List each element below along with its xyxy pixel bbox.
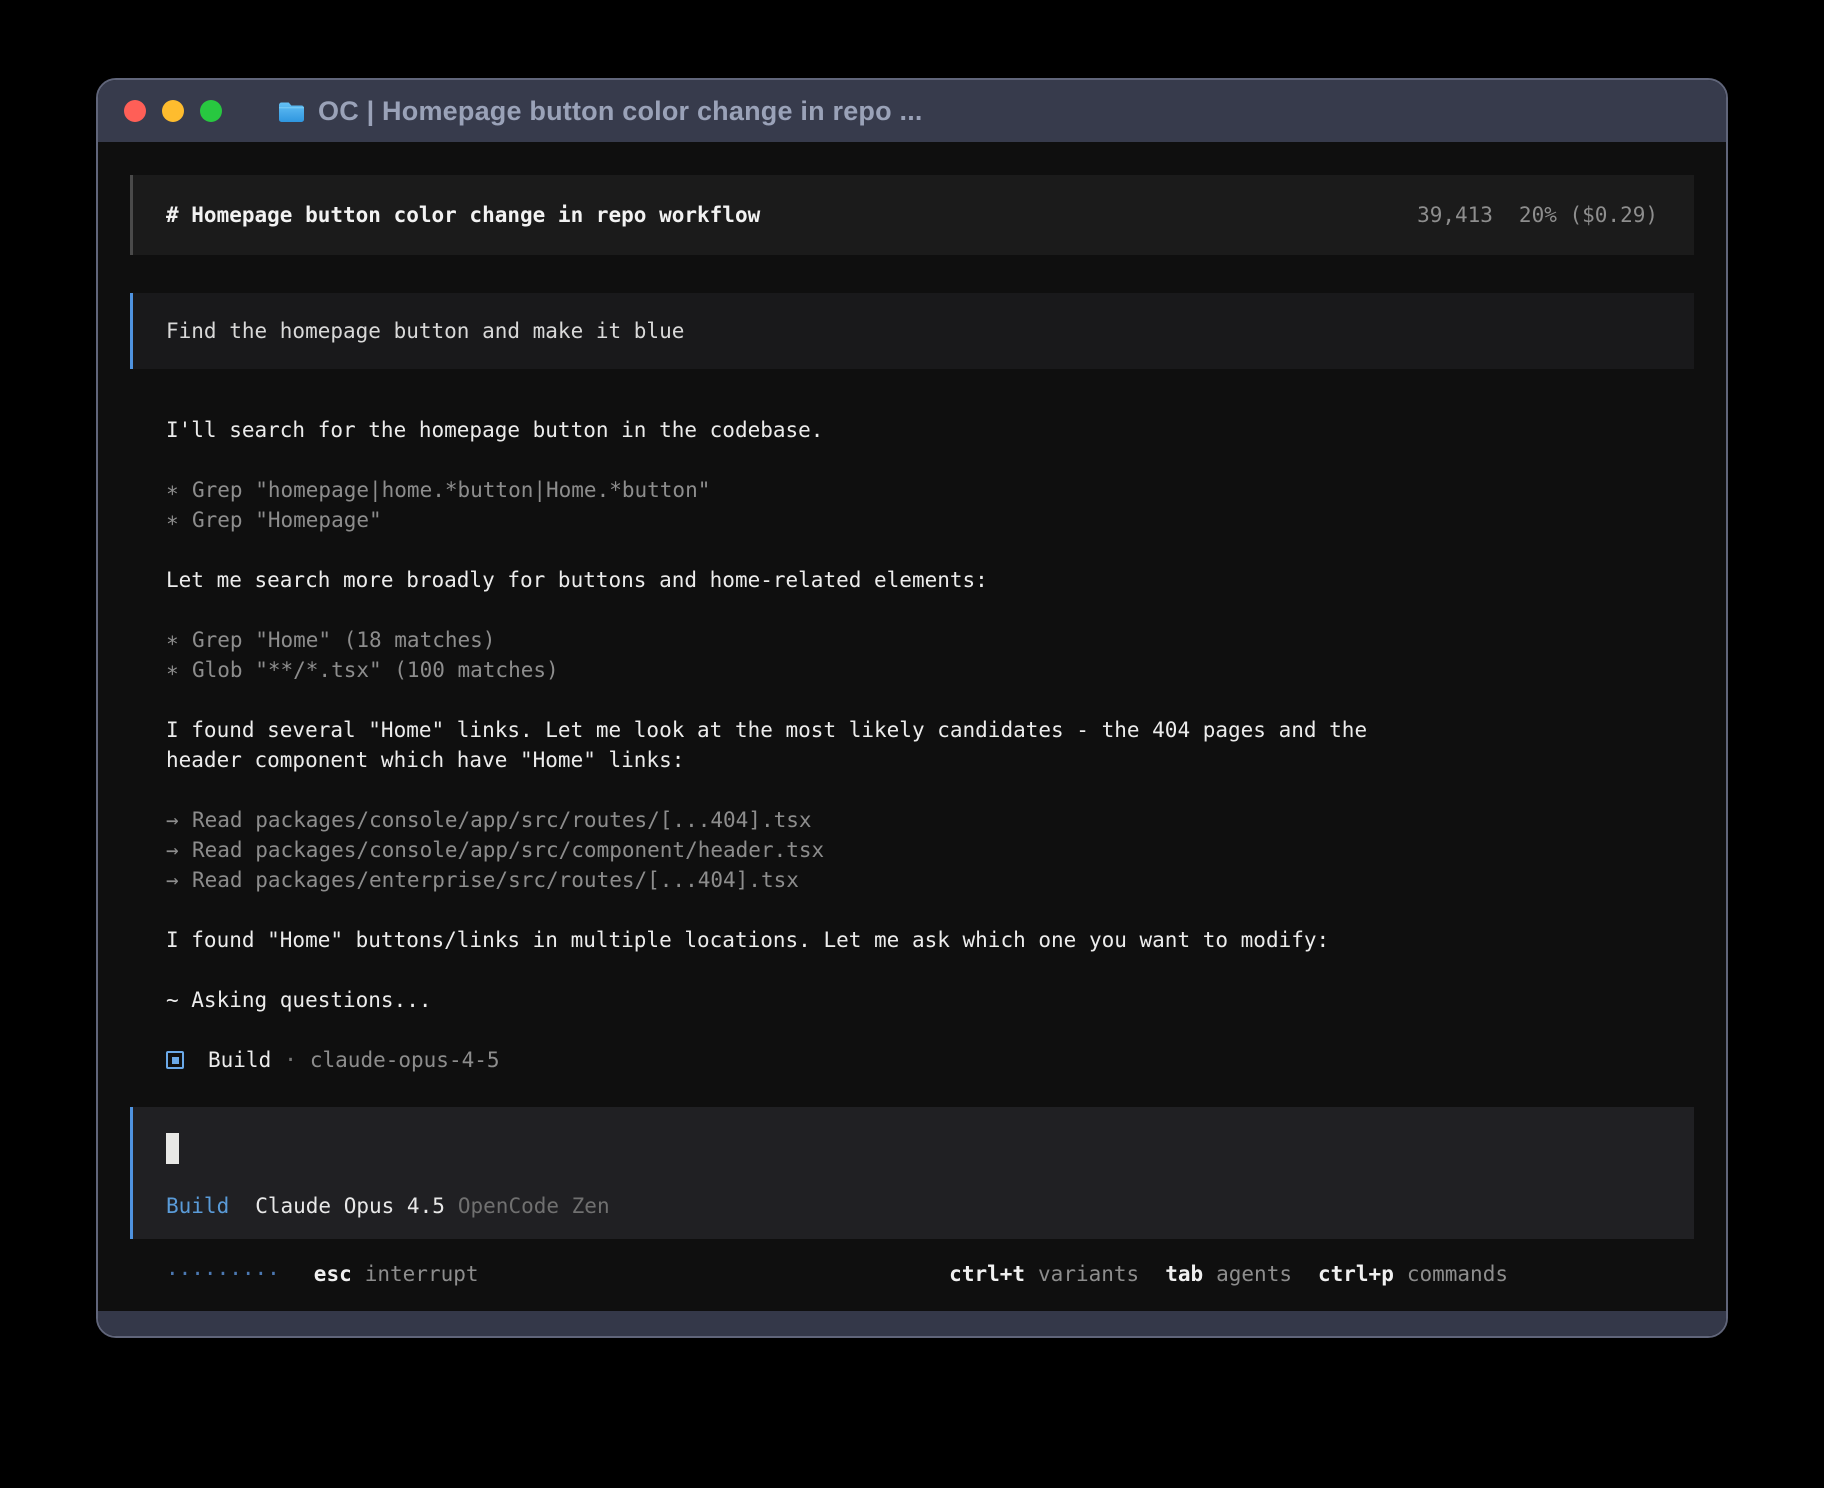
- tool-call-text: Grep "Home" (18 matches): [192, 625, 495, 655]
- keybind-key: ctrl+t: [949, 1259, 1025, 1289]
- assistant-text: I found several "Home" links. Let me loo…: [166, 715, 1416, 775]
- arrow-right-icon: →: [166, 835, 179, 865]
- titlebar: OC | Homepage button color change in rep…: [98, 80, 1726, 142]
- keybind-key: ctrl+p: [1318, 1259, 1394, 1289]
- user-message-text: Find the homepage button and make it blu…: [166, 316, 684, 346]
- provider-label: OpenCode Zen: [458, 1191, 610, 1221]
- tool-call-read: → Read packages/console/app/src/routes/[…: [166, 805, 1694, 835]
- window-bottom-bar: [98, 1311, 1726, 1336]
- context-usage: 20% ($0.29): [1519, 203, 1658, 227]
- keybind-label: variants: [1038, 1259, 1139, 1289]
- token-count: 39,413: [1417, 203, 1493, 227]
- minimize-button[interactable]: [162, 100, 184, 122]
- tool-call-text: Grep "Homepage": [192, 505, 382, 535]
- title-group: OC | Homepage button color change in rep…: [278, 96, 923, 127]
- folder-icon: [278, 100, 305, 123]
- status-left: ········· esc interrupt: [166, 1259, 479, 1289]
- prompt-input[interactable]: Build Claude Opus 4.5 OpenCode Zen: [130, 1107, 1694, 1239]
- agent-model: claude-opus-4-5: [310, 1045, 500, 1075]
- tool-call-text: Read packages/enterprise/src/routes/[...…: [192, 865, 799, 895]
- session-title: # Homepage button color change in repo w…: [166, 200, 760, 230]
- esc-action-label: interrupt: [365, 1259, 479, 1289]
- keybind-hint-commands: ctrl+p commands: [1318, 1259, 1508, 1289]
- keybind-label: commands: [1407, 1259, 1508, 1289]
- assistant-status-text: ~ Asking questions...: [166, 985, 1416, 1015]
- window-title: OC | Homepage button color change in rep…: [318, 96, 923, 127]
- tool-call-group: → Read packages/console/app/src/routes/[…: [166, 805, 1694, 895]
- session-stats: 39,413 20% ($0.29): [1417, 200, 1658, 230]
- user-message: Find the homepage button and make it blu…: [130, 293, 1694, 369]
- status-right: ctrl+t variants tab agents ctrl+p comman…: [949, 1259, 1508, 1289]
- zoom-button[interactable]: [200, 100, 222, 122]
- tool-call-grep: ∗ Grep "Homepage": [166, 505, 1694, 535]
- tool-call-group: ∗ Grep "homepage|home.*button|Home.*butt…: [166, 475, 1694, 535]
- keybind-hint-variants: ctrl+t variants: [949, 1259, 1139, 1289]
- progress-dots-icon: ·········: [166, 1259, 280, 1289]
- assistant-text: Let me search more broadly for buttons a…: [166, 565, 1416, 595]
- tool-call-read: → Read packages/enterprise/src/routes/[.…: [166, 865, 1694, 895]
- desktop: OC | Homepage button color change in rep…: [0, 0, 1824, 1488]
- tool-call-text: Read packages/console/app/src/component/…: [192, 835, 824, 865]
- esc-key-hint: esc: [314, 1259, 352, 1289]
- keybind-label: agents: [1216, 1259, 1292, 1289]
- agent-name: Build: [208, 1045, 271, 1075]
- assistant-text: I'll search for the homepage button in t…: [166, 415, 1416, 445]
- asterisk-icon: ∗: [166, 505, 179, 535]
- tool-call-grep: ∗ Grep "homepage|home.*button|Home.*butt…: [166, 475, 1694, 505]
- tool-call-text: Grep "homepage|home.*button|Home.*button…: [192, 475, 710, 505]
- agent-status: Build · claude-opus-4-5: [130, 1045, 1694, 1075]
- traffic-lights: [124, 100, 222, 122]
- tool-call-text: Glob "**/*.tsx" (100 matches): [192, 655, 559, 685]
- terminal-window: OC | Homepage button color change in rep…: [96, 78, 1728, 1338]
- tool-call-text: Read packages/console/app/src/routes/[..…: [192, 805, 812, 835]
- tool-call-group: ∗ Grep "Home" (18 matches) ∗ Glob "**/*.…: [166, 625, 1694, 685]
- tool-call-glob: ∗ Glob "**/*.tsx" (100 matches): [166, 655, 1694, 685]
- asterisk-icon: ∗: [166, 655, 179, 685]
- close-button[interactable]: [124, 100, 146, 122]
- keybind-hint-agents: tab agents: [1165, 1259, 1292, 1289]
- assistant-text: I found "Home" buttons/links in multiple…: [166, 925, 1416, 955]
- agent-square-icon: [166, 1051, 184, 1069]
- tool-call-read: → Read packages/console/app/src/componen…: [166, 835, 1694, 865]
- model-label: Claude Opus 4.5: [255, 1191, 445, 1221]
- status-bar: ········· esc interrupt ctrl+t variants …: [130, 1259, 1694, 1289]
- input-meta: Build Claude Opus 4.5 OpenCode Zen: [166, 1191, 1658, 1221]
- arrow-right-icon: →: [166, 865, 179, 895]
- keybind-key: tab: [1165, 1259, 1203, 1289]
- session-header: # Homepage button color change in repo w…: [130, 175, 1694, 255]
- tool-call-grep: ∗ Grep "Home" (18 matches): [166, 625, 1694, 655]
- assistant-response: I'll search for the homepage button in t…: [130, 415, 1694, 1015]
- asterisk-icon: ∗: [166, 475, 179, 505]
- asterisk-icon: ∗: [166, 625, 179, 655]
- separator-dot: ·: [284, 1045, 297, 1075]
- terminal-content: # Homepage button color change in repo w…: [98, 142, 1726, 1311]
- agent-mode-label[interactable]: Build: [166, 1191, 229, 1221]
- arrow-right-icon: →: [166, 805, 179, 835]
- text-cursor: [166, 1133, 179, 1164]
